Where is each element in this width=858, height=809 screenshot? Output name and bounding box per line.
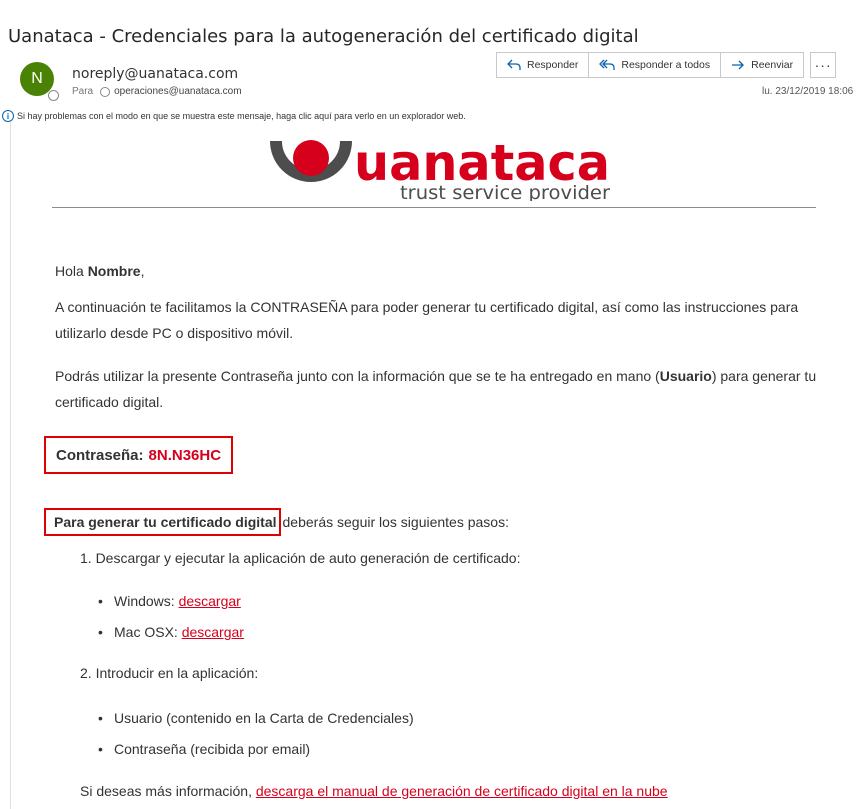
list-item-windows: • Windows: descargar	[98, 588, 241, 614]
forward-button[interactable]: Reenviar	[720, 52, 805, 78]
user-item-text: Usuario (contenido en la Carta de Creden…	[114, 710, 414, 726]
reply-button[interactable]: Responder	[496, 52, 590, 78]
list-item-user: • Usuario (contenido en la Carta de Crede…	[98, 705, 414, 731]
steps-intro-text: deberás seguir los siguientes pasos:	[282, 514, 509, 530]
more-actions-button[interactable]: ···	[810, 52, 837, 78]
info-bar[interactable]: i Si hay problemas con el modo en que se…	[2, 110, 466, 122]
header-divider	[52, 207, 816, 208]
forward-icon	[731, 59, 745, 71]
email-subject: Uanataca - Credenciales para la autogene…	[8, 26, 639, 47]
manual-download-link[interactable]: descarga el manual de generación de cert…	[256, 783, 668, 799]
steps-heading-box: Para generar tu certificado digital	[44, 508, 281, 536]
step-2: 2. Introducir en la aplicación:	[80, 665, 259, 681]
password-box: Contraseña: 8N.N36HC	[44, 436, 234, 474]
logo-tagline: trust service provider	[400, 182, 610, 201]
sender-email[interactable]: noreply@uanataca.com	[72, 66, 238, 82]
usage-text-a: Podrás utilizar la presente Contraseña j…	[55, 368, 660, 384]
forward-label: Reenviar	[751, 59, 794, 71]
greeting-name: Nombre	[87, 263, 141, 279]
steps-intro: Para generar tu certificado digital debe…	[44, 508, 509, 536]
password-item-text: Contraseña (recibida por email)	[114, 741, 311, 757]
presence-icon	[48, 90, 59, 101]
windows-label: Windows:	[114, 593, 179, 609]
usage-paragraph: Podrás utilizar la presente Contraseña j…	[55, 363, 823, 415]
step-1: 1. Descargar y ejecutar la aplicación de…	[80, 550, 521, 566]
reply-all-icon	[599, 59, 616, 71]
list-item-password: • Contraseña (recibida por email)	[98, 736, 310, 762]
bullet: •	[98, 710, 103, 726]
reply-icon	[507, 59, 521, 71]
usage-bold: Usuario	[659, 368, 712, 384]
mac-download-link[interactable]: descargar	[182, 624, 244, 640]
password-label: Contraseña:	[56, 446, 144, 464]
bullet: •	[98, 593, 103, 609]
greeting: Hola Nombre,	[55, 258, 144, 284]
list-item-mac: • Mac OSX: descargar	[98, 619, 244, 645]
windows-download-link[interactable]: descargar	[179, 593, 241, 609]
recipient-row: Para operaciones@uanataca.com	[72, 86, 242, 97]
info-bar-text: Si hay problemas con el modo en que se m…	[17, 111, 466, 121]
recipient-email[interactable]: operaciones@uanataca.com	[114, 86, 241, 97]
bullet: •	[98, 624, 103, 640]
more-info-prefix: Si deseas más información,	[80, 783, 256, 799]
intro-paragraph: A continuación te facilitamos la CONTRAS…	[55, 299, 799, 341]
email-date: lu. 23/12/2019 18:06	[762, 86, 854, 97]
password-value: 8N.N36HC	[148, 446, 222, 464]
bullet: •	[98, 741, 103, 757]
info-icon: i	[2, 110, 14, 122]
mac-label: Mac OSX:	[114, 624, 182, 640]
more-info: Si deseas más información, descarga el m…	[80, 778, 668, 804]
uanataca-logo: uanataca trust service provider	[270, 135, 610, 201]
reply-all-button[interactable]: Responder a todos	[588, 52, 722, 78]
to-label: Para	[72, 86, 94, 97]
greeting-suffix: ,	[140, 263, 145, 279]
greeting-prefix: Hola	[55, 263, 88, 279]
logo-dot	[293, 140, 329, 176]
message-actions: Responder Responder a todos Reenviar ···	[496, 52, 837, 78]
reply-label: Responder	[527, 59, 579, 71]
reply-all-label: Responder a todos	[621, 59, 711, 71]
recipient-presence-icon	[100, 86, 111, 97]
